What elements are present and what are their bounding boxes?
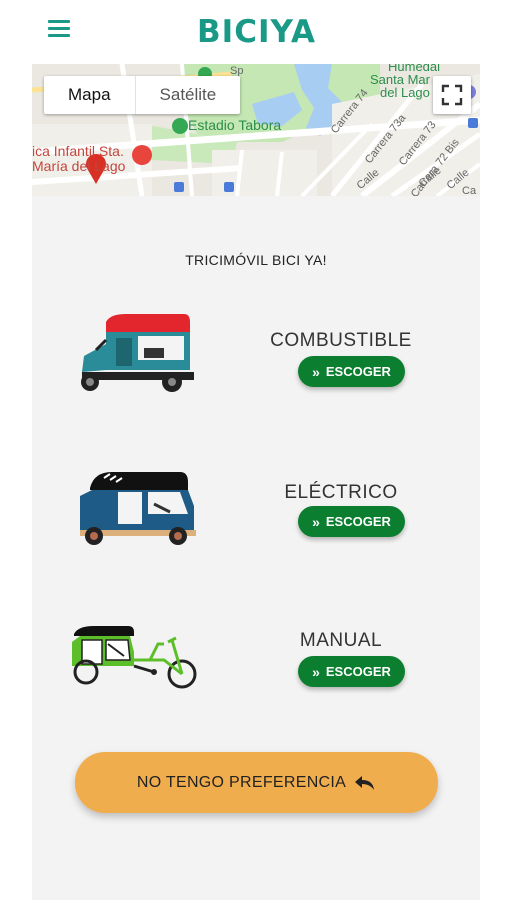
choose-button-label: ESCOGER: [325, 664, 391, 679]
double-chevron-right-icon: »: [312, 513, 320, 530]
vehicle-selection-panel: TRICIMÓVIL BICI YA! COMBUSTIBLE » ESCOGE…: [32, 196, 480, 900]
map-label-estadio: Estadio Tabora: [188, 117, 282, 133]
map-type-map-option[interactable]: Mapa: [44, 76, 135, 114]
map-label-humedal-line3: del Lago: [380, 85, 430, 100]
pedal-tricycle-icon: [72, 626, 197, 689]
vehicle-option-manual: MANUAL » ESCOGER: [32, 610, 480, 720]
fullscreen-icon: [441, 84, 463, 106]
electric-tuk-tuk-icon: [80, 472, 196, 545]
choose-combustible-button[interactable]: » ESCOGER: [298, 356, 405, 387]
vehicle-option-title: MANUAL: [299, 630, 383, 651]
vehicle-option-electrico: ELÉCTRICO » ESCOGER: [32, 458, 480, 568]
app-title: BICIYA: [197, 14, 316, 50]
choose-electrico-button[interactable]: » ESCOGER: [298, 506, 405, 537]
map-label-ca: Ca: [462, 185, 477, 196]
reply-arrow-icon: [355, 775, 375, 790]
map-view[interactable]: Estadio Tabora ica Infantil Sta. María d…: [32, 64, 480, 196]
fuel-tuk-tuk-icon: [81, 314, 194, 392]
map-type-toggle: Mapa Satélite: [44, 76, 241, 114]
no-preference-button[interactable]: NO TENGO PREFERENCIA: [75, 752, 438, 813]
map-label-clinica-line2: María del Lago: [32, 158, 126, 174]
app-screen: BICIYA Estadio Tabora ica Infantil Sta. …: [0, 0, 513, 900]
map-type-satellite-option[interactable]: Satélite: [136, 76, 241, 114]
page-title: TRICIMÓVIL BICI YA!: [185, 252, 327, 268]
map-fullscreen-button[interactable]: [433, 76, 471, 114]
no-preference-label: NO TENGO PREFERENCIA: [136, 773, 347, 791]
vehicle-option-combustible: COMBUSTIBLE » ESCOGER: [32, 306, 480, 416]
choose-manual-button[interactable]: » ESCOGER: [298, 656, 405, 687]
app-header: BICIYA: [0, 0, 513, 64]
double-chevron-right-icon: »: [312, 663, 320, 680]
vehicle-option-title: ELÉCTRICO: [284, 482, 398, 503]
map-label-clinica-line1: ica Infantil Sta.: [32, 143, 124, 159]
double-chevron-right-icon: »: [312, 363, 320, 380]
choose-button-label: ESCOGER: [325, 364, 391, 379]
choose-button-label: ESCOGER: [325, 514, 391, 529]
vehicle-option-title: COMBUSTIBLE: [270, 330, 412, 351]
